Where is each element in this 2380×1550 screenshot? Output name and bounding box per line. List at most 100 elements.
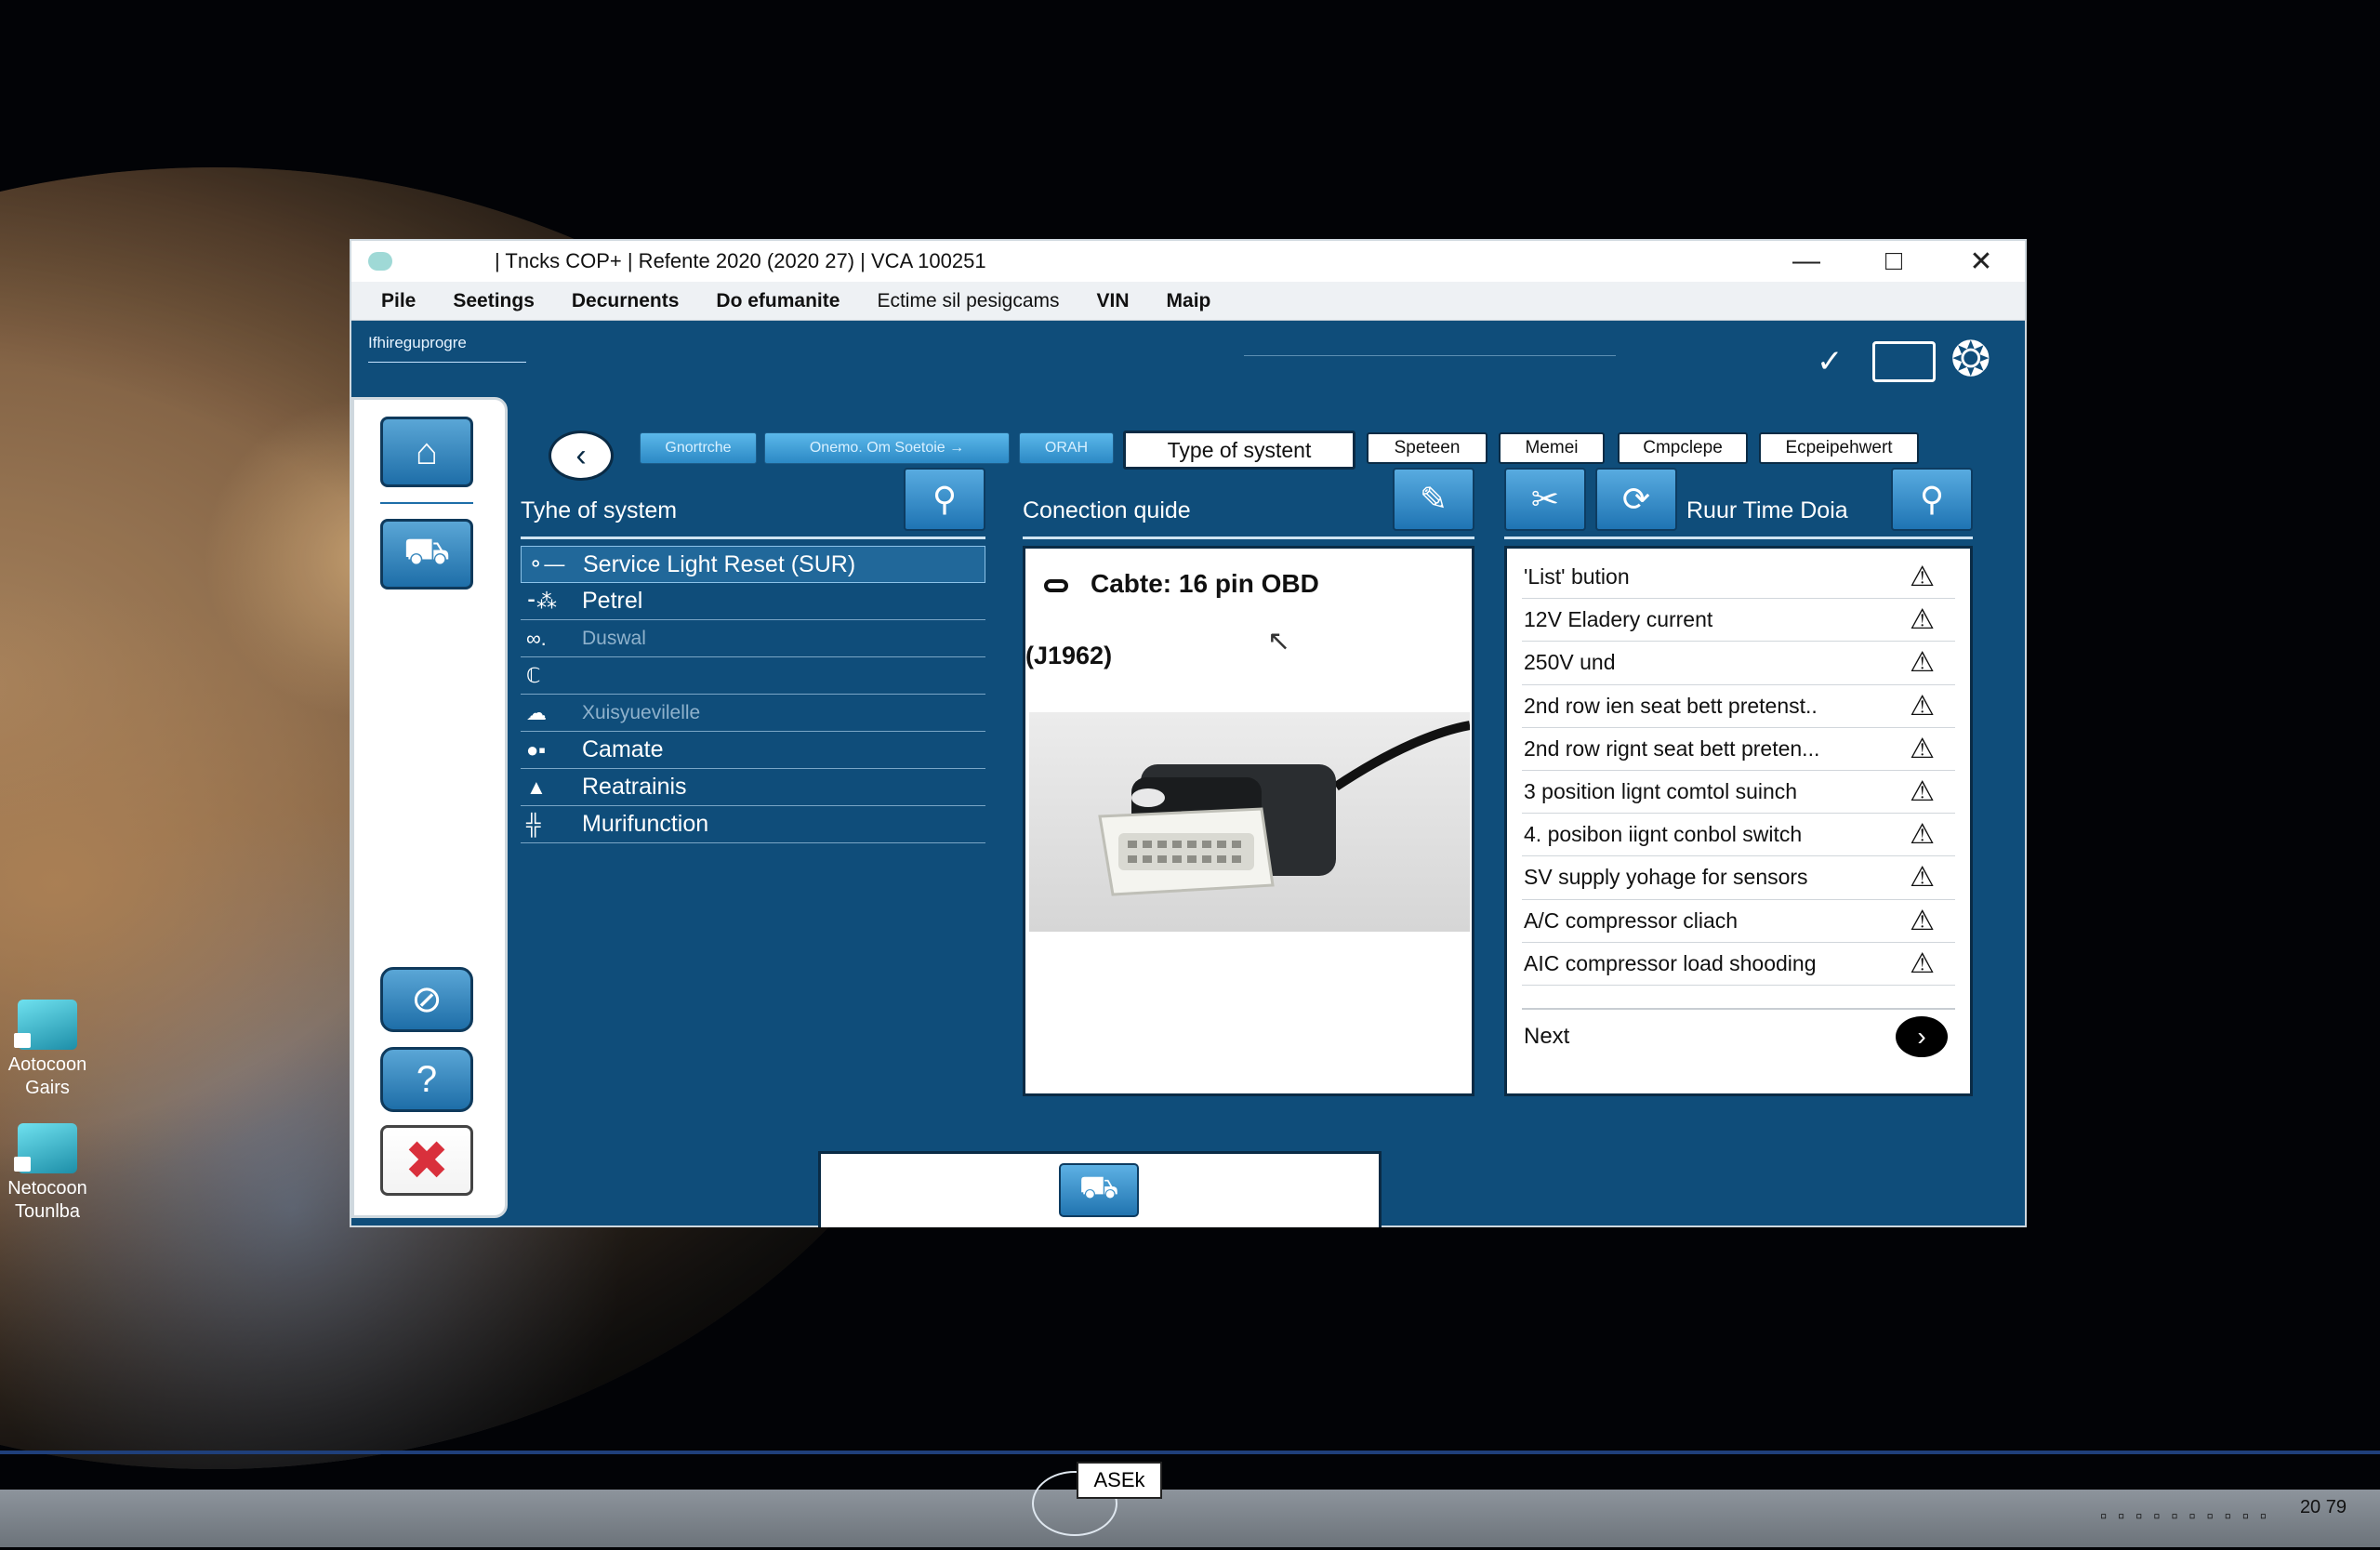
menu-extended[interactable]: Ectime sil pesigcams: [877, 290, 1059, 312]
maximize-button[interactable]: □: [1850, 241, 1937, 282]
warning-icon: ⚠: [1910, 947, 1935, 979]
menu-file[interactable]: Pile: [381, 290, 416, 312]
warning-icon: ⚠: [1910, 733, 1935, 764]
tab-equipment[interactable]: Ecpeipehwert: [1759, 432, 1919, 464]
table-row[interactable]: 4. posibon iignt conbol switch ⚠: [1522, 814, 1955, 857]
list-item-label: Petrel: [582, 588, 643, 614]
desktop-icon-label: Gairs: [25, 1078, 70, 1098]
help-icon: ?: [416, 1058, 438, 1100]
warning-icon: ⚠: [1910, 776, 1935, 808]
next-button[interactable]: ›: [1896, 1016, 1948, 1057]
scissors-wrench-icon: ✂: [1530, 480, 1560, 518]
list-item[interactable]: ▲ Reatrainis: [521, 769, 985, 806]
search-icon: ⚲: [1919, 480, 1945, 518]
table-row[interactable]: 12V Eladery current ⚠: [1522, 599, 1955, 643]
table-row[interactable]: SV supply yohage for sensors ⚠: [1522, 856, 1955, 900]
edit-icon: ✎: [1419, 480, 1448, 518]
tools-button[interactable]: ⊘: [380, 967, 473, 1032]
tab-memory[interactable]: Memei: [1499, 432, 1605, 464]
warning-icon: ⚠: [1910, 862, 1935, 894]
sync-button[interactable]: ⟳: [1595, 468, 1677, 531]
list-item[interactable]: ∞. Duswal: [521, 620, 985, 657]
connection-edit-button[interactable]: ✎: [1393, 468, 1474, 531]
table-row[interactable]: 2nd row ien seat bett pretenst.. ⚠: [1522, 685, 1955, 728]
engine-icon: ℂ: [526, 663, 541, 687]
multifunction-icon: ╬: [526, 812, 541, 836]
status-strip: Ifhireguprogre: [368, 334, 526, 363]
tab-system[interactable]: Speteen: [1367, 432, 1488, 464]
menu-map[interactable]: Maip: [1167, 290, 1211, 312]
wrench-icon: ⚬—: [527, 552, 565, 576]
connector-standard: (J1962): [1025, 642, 1113, 669]
mouse-cursor-icon: ↖: [1267, 626, 1291, 656]
tab-environment[interactable]: Onemo. Om Soetoie →: [764, 432, 1010, 464]
tab-type-of-system[interactable]: Type of systent: [1123, 431, 1355, 470]
list-item[interactable]: ℂ: [521, 657, 985, 695]
system-panel-title: Tyhe of system: [521, 497, 678, 523]
menu-documents[interactable]: Decurnents: [572, 290, 680, 312]
tab-complete[interactable]: Cmpclepe: [1618, 432, 1748, 464]
table-row[interactable]: 2nd row rignt seat bett preten... ⚠: [1522, 728, 1955, 771]
bottom-action-panel: ⛟: [818, 1151, 1382, 1227]
desktop-icon-1[interactable]: Aotocoon Gairs: [0, 1000, 99, 1100]
runtime-search-button[interactable]: ⚲: [1891, 468, 1973, 531]
list-item[interactable]: ⚬— Service Light Reset (SUR): [521, 546, 985, 583]
tab-general[interactable]: Gnortrche: [640, 432, 757, 464]
table-row[interactable]: A/C compressor cliach ⚠: [1522, 900, 1955, 943]
minimize-button[interactable]: —: [1763, 241, 1850, 282]
desktop-icon-label: Tounlba: [14, 1201, 81, 1222]
warning-icon: ⚠: [1910, 604, 1935, 636]
connection-guide-box: Cabte: 16 pin OBD (J1962) ↖: [1023, 546, 1474, 1096]
tab-orah[interactable]: ORAH: [1019, 432, 1114, 464]
table-row[interactable]: 3 position lignt comtol suinch ⚠: [1522, 771, 1955, 815]
table-row[interactable]: AIC compressor load shooding ⚠: [1522, 943, 1955, 986]
connector-icon: [1044, 578, 1068, 592]
row-label: 3 position lignt comtol suinch: [1524, 779, 1798, 804]
row-label: 2nd row rignt seat bett preten...: [1524, 735, 1820, 761]
folder-icon[interactable]: [1872, 341, 1936, 382]
close-icon: ✖: [403, 1131, 450, 1191]
desktop-icon-label: Aotocoon: [7, 1054, 87, 1075]
taskbar-clock[interactable]: 20 79: [2300, 1497, 2347, 1518]
tools-tab-button[interactable]: ✂: [1504, 468, 1586, 531]
menu-settings[interactable]: Seetings: [453, 290, 535, 312]
chevron-right-icon: ›: [1917, 1022, 1926, 1051]
list-item-label: Murifunction: [582, 811, 709, 837]
list-item-label: Xuisyuevilelle: [582, 701, 701, 723]
list-item[interactable]: ●▪ Camate: [521, 732, 985, 769]
vehicle-connect-button[interactable]: ⛟: [1059, 1163, 1139, 1217]
list-item-label: Duswal: [582, 627, 646, 649]
settings-wheel-icon[interactable]: ❂: [1950, 334, 1991, 386]
check-icon[interactable]: ✓: [1817, 343, 1844, 380]
list-item[interactable]: ⁃⁂ Petrel: [521, 583, 985, 620]
system-tray[interactable]: ▫▫▫▫▫▫▫▫▫▫: [2100, 1506, 2278, 1528]
menu-vin[interactable]: VIN: [1097, 290, 1130, 312]
cable-label: Cabte: 16 pin OBD: [1091, 569, 1319, 598]
system-search-button[interactable]: ⚲: [904, 468, 985, 531]
desktop-icon-2[interactable]: Netocoon Tounlba: [0, 1123, 99, 1224]
table-row[interactable]: 'List' bution ⚠: [1522, 556, 1955, 600]
warning-icon: ⚠: [1910, 905, 1935, 936]
diesel-icon: ∞.: [526, 626, 547, 650]
list-item[interactable]: ☁ Xuisyuevilelle: [521, 695, 985, 732]
warning-icon: ⚠: [1910, 819, 1935, 851]
vehicle-icon: ⛟: [1078, 1170, 1119, 1205]
home-icon: ⌂: [415, 431, 439, 472]
help-button[interactable]: ?: [380, 1047, 473, 1112]
runtime-panel-title: Ruur Time Doia: [1686, 497, 1848, 523]
next-row[interactable]: Next ›: [1522, 1008, 1955, 1064]
list-item-label: Reatrainis: [582, 774, 687, 800]
vehicle-button[interactable]: ⛟: [380, 519, 473, 590]
desktop-icon-label: Netocoon: [7, 1178, 87, 1199]
title-bar[interactable]: | Tncks COP+ | Refente 2020 (2020 27) | …: [351, 241, 2025, 282]
exit-button[interactable]: ✖: [380, 1125, 473, 1196]
back-button[interactable]: ‹: [549, 431, 614, 481]
close-window-button[interactable]: ✕: [1937, 241, 2025, 282]
connection-panel-title: Conection quide: [1023, 497, 1191, 523]
list-item[interactable]: ╬ Murifunction: [521, 806, 985, 843]
home-button[interactable]: ⌂: [380, 417, 473, 487]
table-row[interactable]: 250V und ⚠: [1522, 642, 1955, 685]
window-title: | Tncks COP+ | Refente 2020 (2020 27) | …: [495, 249, 986, 272]
menu-performance[interactable]: Do efumanite: [716, 290, 840, 312]
panel-divider: [521, 537, 985, 539]
